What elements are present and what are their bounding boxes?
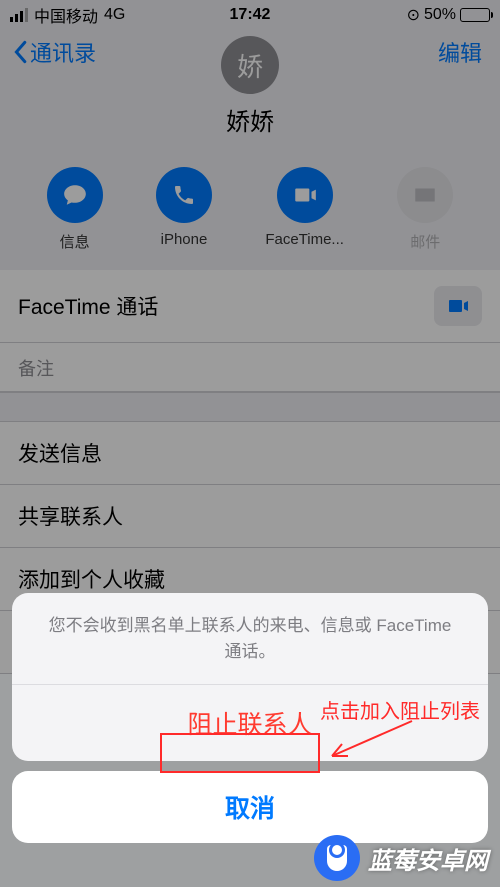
watermark: 蓝莓安卓网 bbox=[314, 835, 488, 881]
watermark-icon bbox=[314, 835, 360, 881]
watermark-text: 蓝莓安卓网 bbox=[368, 841, 488, 876]
cancel-button[interactable]: 取消 bbox=[12, 771, 488, 843]
sheet-message: 您不会收到黑名单上联系人的来电、信息或 FaceTime 通话。 bbox=[12, 593, 488, 685]
annotation-hint: 点击加入阻止列表 bbox=[320, 695, 480, 724]
